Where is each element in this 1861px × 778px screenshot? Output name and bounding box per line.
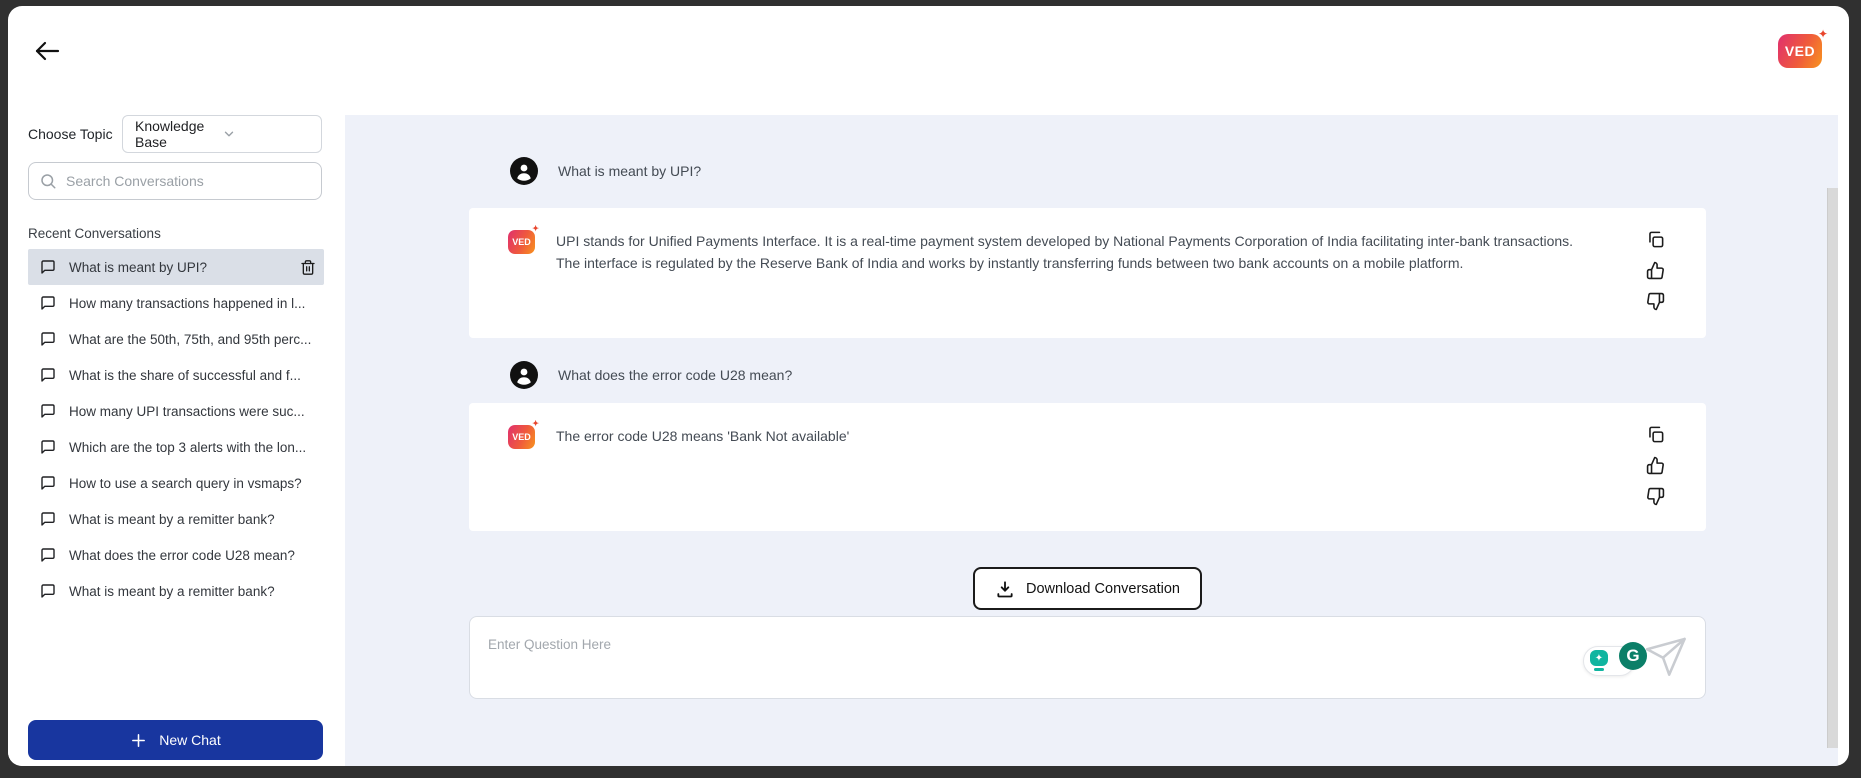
copy-button[interactable]: [1644, 228, 1666, 250]
conversation-label: What does the error code U28 mean?: [69, 547, 295, 563]
download-conversation-button[interactable]: Download Conversation: [973, 567, 1202, 610]
lightbulb-icon[interactable]: ✦: [1589, 650, 1609, 672]
chat-panel: What is meant by UPI? VED ✦ UPI stands f…: [345, 115, 1838, 766]
search-icon: [39, 172, 57, 190]
download-icon: [995, 579, 1015, 599]
delete-conversation-icon[interactable]: [300, 259, 316, 276]
thumbs-up-button[interactable]: [1644, 259, 1666, 281]
recent-conversations-heading: Recent Conversations: [28, 226, 161, 241]
conversation-label: How to use a search query in vsmaps?: [69, 475, 302, 491]
chat-bubble-icon: [40, 295, 56, 311]
conversation-list-item[interactable]: What is meant by UPI?: [28, 249, 324, 285]
search-conversations-box: [28, 162, 322, 200]
conversation-list-item[interactable]: How many transactions happened in l...: [28, 285, 324, 321]
ved-logo: VED ✦: [1778, 27, 1828, 70]
message-actions: [1644, 423, 1666, 507]
ved-logo-text: VED: [1784, 43, 1816, 59]
search-conversations-input[interactable]: [66, 173, 311, 189]
thumbs-down-button[interactable]: [1644, 290, 1666, 312]
bot-message-card: VED ✦ The error code U28 means 'Bank Not…: [469, 403, 1706, 531]
conversation-label: What is meant by UPI?: [69, 259, 208, 275]
chat-bubble-icon: [40, 583, 56, 599]
download-conversation-label: Download Conversation: [1026, 580, 1180, 597]
conversation-list-item[interactable]: What are the 50th, 75th, and 95th perc..…: [28, 321, 324, 357]
user-avatar: [510, 157, 538, 185]
conversation-label: What is the share of successful and f...: [69, 367, 301, 383]
chat-bubble-icon: [40, 511, 56, 527]
thumbs-down-icon: [1646, 292, 1665, 311]
question-input-box: ✦ G: [469, 616, 1706, 699]
back-arrow-icon: [34, 40, 68, 62]
message-actions: [1644, 228, 1666, 312]
topic-row: Choose Topic Knowledge Base: [28, 115, 324, 153]
conversation-label: What are the 50th, 75th, and 95th perc..…: [69, 331, 312, 347]
new-chat-button[interactable]: New Chat: [28, 720, 323, 760]
chevron-down-icon: [222, 127, 309, 141]
conversation-list-item[interactable]: What is the share of successful and f...: [28, 357, 324, 393]
chat-bubble-icon: [40, 547, 56, 563]
sparkle-icon: ✦: [1817, 27, 1828, 41]
user-avatar: [510, 361, 538, 389]
sparkle-icon: ✦: [532, 419, 539, 428]
bot-message-text: The error code U28 means 'Bank Not avail…: [556, 428, 850, 444]
user-message-row: What does the error code U28 mean?: [469, 361, 1706, 389]
bot-avatar: VED ✦: [508, 224, 539, 254]
conversation-label: What is meant by a remitter bank?: [69, 511, 275, 527]
vertical-scrollbar[interactable]: [1827, 188, 1838, 748]
thumbs-up-button[interactable]: [1644, 454, 1666, 476]
user-message-row: What is meant by UPI?: [469, 157, 1706, 185]
bot-avatar-text: VED: [512, 237, 531, 247]
chat-bubble-icon: [40, 439, 56, 455]
app-window: VED ✦ Choose Topic Knowledge Base Search…: [8, 6, 1849, 766]
thumbs-up-icon: [1646, 456, 1665, 475]
user-message-text: What does the error code U28 mean?: [558, 367, 793, 383]
conversation-list-item[interactable]: What is meant by a remitter bank?: [28, 501, 324, 537]
chat-bubble-icon: [40, 331, 56, 347]
conversation-label: Which are the top 3 alerts with the lon.…: [69, 439, 307, 455]
bot-message-text: UPI stands for Unified Payments Interfac…: [556, 233, 1574, 272]
choose-topic-label: Choose Topic: [28, 126, 113, 142]
chat-bubble-icon: [40, 403, 56, 419]
ved-logo-badge: VED: [1778, 34, 1822, 68]
conversation-label: What is meant by a remitter bank?: [69, 583, 275, 599]
conversation-list: What is meant by UPI? How many transacti…: [28, 249, 324, 609]
send-icon[interactable]: [1642, 633, 1689, 680]
copy-button[interactable]: [1644, 423, 1666, 445]
user-message-text: What is meant by UPI?: [558, 163, 702, 179]
chat-bubble-icon: [40, 367, 56, 383]
chat-thread: What is meant by UPI? VED ✦ UPI stands f…: [469, 115, 1706, 699]
question-input[interactable]: [470, 617, 1705, 698]
bot-avatar-text: VED: [512, 432, 531, 442]
grammarly-icon[interactable]: G: [1619, 642, 1647, 670]
conversation-list-item[interactable]: What does the error code U28 mean?: [28, 537, 324, 573]
download-wrap: Download Conversation: [469, 567, 1706, 610]
chat-bubble-icon: [40, 475, 56, 491]
conversation-list-item[interactable]: What is meant by a remitter bank?: [28, 573, 324, 609]
sparkle-icon: ✦: [532, 224, 539, 233]
new-chat-label: New Chat: [159, 732, 221, 748]
conversation-list-item[interactable]: Which are the top 3 alerts with the lon.…: [28, 429, 324, 465]
thumbs-down-button[interactable]: [1644, 485, 1666, 507]
conversation-list-item[interactable]: How to use a search query in vsmaps?: [28, 465, 324, 501]
thumbs-down-icon: [1646, 487, 1665, 506]
conversation-list-item[interactable]: How many UPI transactions were suc...: [28, 393, 324, 429]
topic-dropdown[interactable]: Knowledge Base: [122, 115, 322, 153]
thumbs-up-icon: [1646, 261, 1665, 280]
copy-icon: [1646, 230, 1665, 249]
copy-icon: [1646, 425, 1665, 444]
plus-icon: [130, 732, 147, 749]
topic-dropdown-value: Knowledge Base: [135, 118, 205, 150]
desktop-background: VED ✦ Choose Topic Knowledge Base Search…: [0, 0, 1861, 778]
input-widgets: ✦ G: [1583, 632, 1699, 688]
conversation-label: How many UPI transactions were suc...: [69, 403, 305, 419]
back-button[interactable]: [34, 36, 68, 66]
conversation-label: How many transactions happened in l...: [69, 295, 306, 311]
bot-message-card: VED ✦ UPI stands for Unified Payments In…: [469, 208, 1706, 338]
chat-bubble-icon: [40, 259, 56, 275]
bot-avatar: VED ✦: [508, 419, 539, 449]
sidebar: Choose Topic Knowledge Base Recent Conve…: [8, 102, 338, 766]
